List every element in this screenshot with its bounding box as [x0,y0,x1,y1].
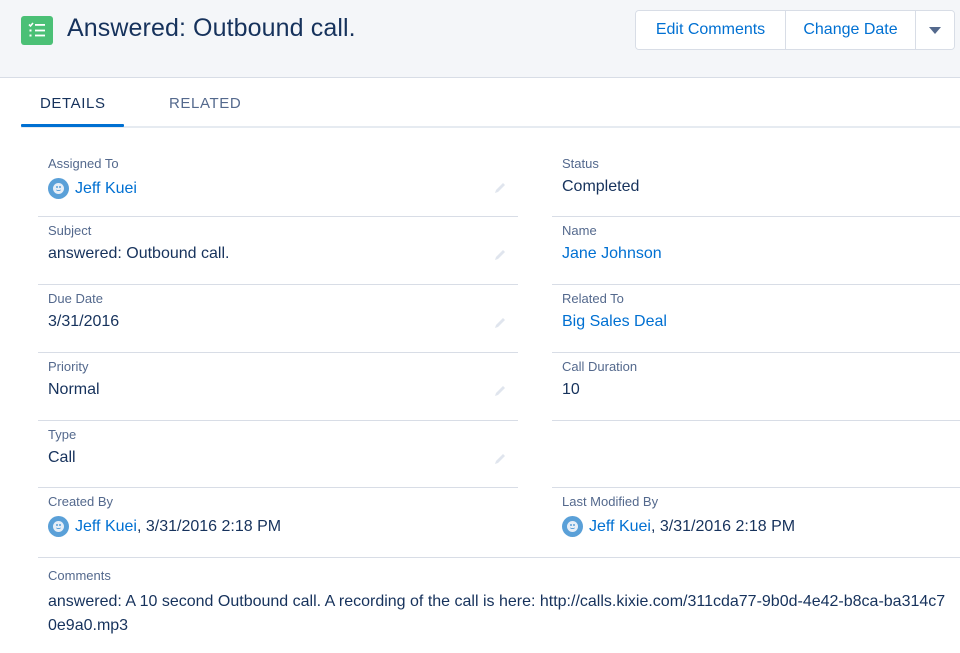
field-label: Comments [48,568,111,583]
created-by-timestamp: , 3/31/2016 2:18 PM [136,517,282,535]
active-tab-indicator [21,124,124,127]
field-value: 10 [562,381,580,398]
name-link[interactable]: Jane Johnson [562,245,662,263]
field-value: Call [48,449,76,466]
chevron-down-icon [929,26,941,34]
field-empty [552,421,960,488]
field-value: Normal [48,381,100,398]
field-value: Jeff Kuei , 3/31/2016 2:18 PM [562,516,795,537]
edit-pencil-icon[interactable] [492,315,508,331]
field-value: Completed [562,178,640,195]
field-status: Status Completed [552,150,960,217]
field-value: answered: Outbound call. [48,245,230,262]
assigned-to-link[interactable]: Jeff Kuei [75,180,137,198]
tab-bar: DETAILS RELATED [21,79,960,128]
field-value: 3/31/2016 [48,313,120,330]
field-value: Jeff Kuei [48,178,137,199]
field-label: Subject [48,223,92,238]
record-title: Answered: Outbound call. [67,14,356,42]
task-checklist-icon [21,16,53,45]
record-header: Answered: Outbound call. Edit Comments C… [0,0,960,78]
field-call-duration: Call Duration 10 [552,353,960,421]
field-subject: Subject answered: Outbound call. [38,217,518,285]
field-assigned-to: Assigned To Jeff Kuei [38,150,518,217]
field-label: Created By [48,494,114,509]
field-priority: Priority Normal [38,353,518,421]
field-label: Status [562,156,599,171]
last-modified-timestamp: , 3/31/2016 2:18 PM [650,517,796,535]
field-name: Name Jane Johnson [552,217,960,285]
more-actions-button[interactable] [916,11,954,49]
field-value: Big Sales Deal [562,313,667,331]
field-label: Name [562,223,597,238]
field-type: Type Call [38,421,518,488]
field-label: Due Date [48,291,103,306]
related-to-link[interactable]: Big Sales Deal [562,313,667,331]
edit-pencil-icon[interactable] [492,451,508,467]
tab-details[interactable]: DETAILS [40,95,106,112]
field-value: Jeff Kuei , 3/31/2016 2:18 PM [48,516,281,537]
created-by-user-link[interactable]: Jeff Kuei [75,518,137,536]
field-label: Assigned To [48,156,119,171]
field-label: Related To [562,291,624,306]
field-label: Call Duration [562,359,638,374]
field-label: Last Modified By [562,494,659,509]
edit-pencil-icon[interactable] [492,383,508,399]
edit-pencil-icon[interactable] [492,180,508,196]
last-modified-by-user-link[interactable]: Jeff Kuei [589,518,651,536]
edit-comments-button[interactable]: Edit Comments [636,11,786,49]
comments-value: answered: A 10 second Outbound call. A r… [48,593,946,634]
field-related-to: Related To Big Sales Deal [552,285,960,353]
change-date-button[interactable]: Change Date [786,11,916,49]
field-due-date: Due Date 3/31/2016 [38,285,518,353]
record-actions: Edit Comments Change Date [635,10,955,50]
field-last-modified-by: Last Modified By Jeff Kuei , 3/31/2016 2… [552,488,960,558]
user-avatar-icon [48,178,69,199]
field-label: Priority [48,359,89,374]
edit-pencil-icon[interactable] [492,247,508,263]
field-value: Jane Johnson [562,245,662,263]
user-avatar-icon [48,516,69,537]
tab-related[interactable]: RELATED [169,95,241,112]
user-avatar-icon [562,516,583,537]
field-label: Type [48,427,77,442]
